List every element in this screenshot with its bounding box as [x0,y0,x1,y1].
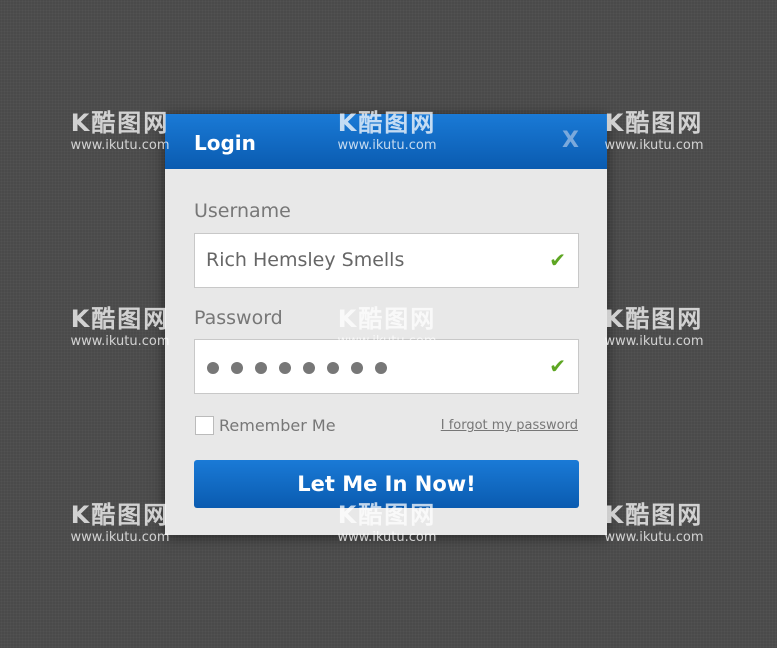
login-dialog: Login X Username Rich Hemsley Smells ✔ P… [165,114,607,535]
password-input[interactable]: ✔ [194,339,579,394]
watermark: K酷图网 www.ikutu.com [589,103,719,153]
username-input[interactable]: Rich Hemsley Smells ✔ [194,233,579,288]
watermark: K酷图网 www.ikutu.com [589,299,719,349]
forgot-password-link[interactable]: I forgot my password [441,418,578,433]
username-value: Rich Hemsley Smells [206,249,405,271]
close-icon[interactable]: X [562,128,579,153]
watermark-logo: K酷图网 [604,109,704,137]
watermark-url: www.ikutu.com [604,138,704,153]
remember-me-label[interactable]: Remember Me [219,416,336,435]
checkmark-icon: ✔ [549,354,566,378]
watermark: K酷图网 www.ikutu.com [589,495,719,545]
remember-me-checkbox[interactable] [195,416,214,435]
password-label: Password [194,307,283,329]
username-label: Username [194,200,291,222]
watermark-url: www.ikutu.com [604,530,704,545]
watermark-url: www.ikutu.com [604,334,704,349]
watermark-logo: K酷图网 [604,305,704,333]
login-button[interactable]: Let Me In Now! [194,460,579,508]
watermark-logo: K酷图网 [604,501,704,529]
password-mask [207,362,387,374]
checkmark-icon: ✔ [549,248,566,272]
dialog-title: Login [194,131,256,155]
dialog-header: Login X [165,114,607,169]
